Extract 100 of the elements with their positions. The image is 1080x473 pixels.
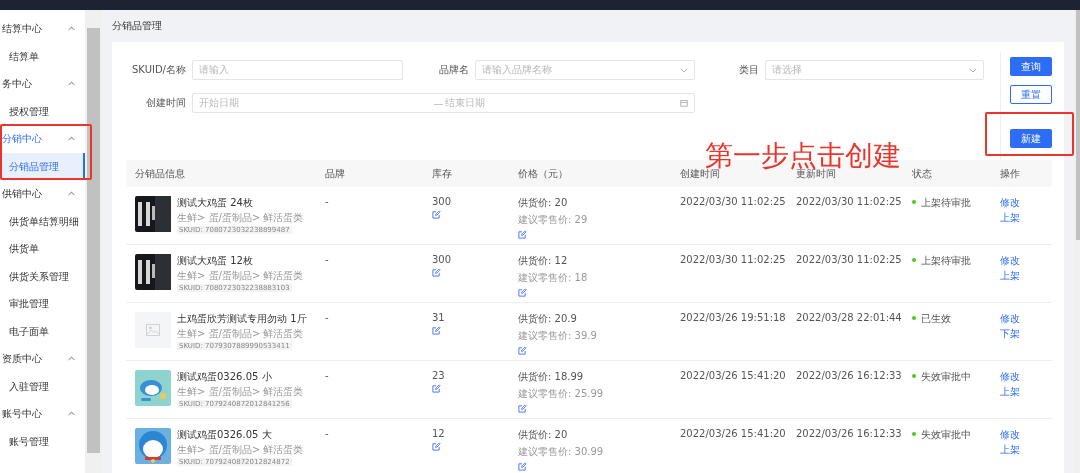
action-link[interactable]: 修改: [1000, 370, 1020, 384]
edit-icon[interactable]: [432, 210, 441, 219]
table-cell-text: -: [324, 428, 330, 441]
supply-price: 供货价: 20: [518, 428, 568, 442]
menu-group[interactable]: 务中心: [0, 70, 85, 98]
product-name: 测试大鸡蛋 12枚: [177, 254, 253, 268]
table-cell-text: 2022/03/30 11:02:25: [795, 196, 903, 209]
table-cell-text: 2022/03/26 15:41:20: [679, 428, 787, 441]
annotation-text: 第一步点击创建: [705, 142, 901, 170]
action-link[interactable]: 修改: [1000, 254, 1020, 268]
table-cell-text: 2022/03/28 22:01:44: [795, 312, 903, 325]
edit-icon[interactable]: [518, 288, 527, 297]
product-category: 生鲜> 蛋/蛋制品> 鲜活蛋类: [177, 443, 304, 457]
table-cell: 12: [432, 428, 445, 439]
edit-icon[interactable]: [518, 346, 527, 355]
menu-item[interactable]: 入驻管理: [0, 372, 85, 400]
menu-item[interactable]: 审批管理: [0, 290, 85, 318]
menu-group[interactable]: 账号中心: [0, 400, 85, 428]
action-link[interactable]: 修改: [1000, 312, 1020, 326]
menu-group[interactable]: 供销中心: [0, 180, 85, 208]
table-cell-text: 2022/03/30 11:02:25: [679, 254, 787, 267]
image-icon: [146, 324, 160, 336]
table-cell-text: -: [324, 312, 330, 325]
field-label: 创建时间: [145, 96, 187, 110]
action-link[interactable]: 修改: [1000, 196, 1020, 210]
product-name: 测试鸡蛋0326.05 大: [177, 428, 272, 442]
retail-price: 建议零售价: 18: [518, 271, 588, 285]
product-name: 测试鸡蛋0326.05 小: [177, 370, 272, 384]
menu-group[interactable]: 分销中心: [0, 125, 85, 153]
action-link[interactable]: 下架: [1000, 327, 1020, 341]
column-header: 状态: [911, 166, 933, 181]
table-cell-text: 2022/03/30 11:02:25: [679, 196, 787, 209]
edit-icon[interactable]: [518, 230, 527, 239]
column-header: 品牌: [324, 166, 346, 181]
product-category: 生鲜> 蛋/蛋制品> 鲜活蛋类: [177, 269, 304, 283]
menu-item[interactable]: 分销品管理: [0, 152, 85, 180]
create-button[interactable]: 新建: [1010, 129, 1052, 148]
menu-item[interactable]: 电子面单: [0, 317, 85, 345]
supply-price: 供货价: 18.99: [518, 370, 584, 384]
action-link[interactable]: 上架: [1000, 443, 1020, 457]
field-label: 品牌名: [438, 63, 470, 77]
column-header: 价格（元）: [517, 166, 569, 181]
action-link[interactable]: 上架: [1000, 269, 1020, 283]
status-text: 失效审批中: [921, 428, 971, 442]
table-cell-text: 2022/03/26 16:12:33: [795, 370, 903, 383]
column-header: 库存: [431, 166, 453, 181]
edit-icon[interactable]: [432, 326, 441, 335]
table-cell: 31: [432, 312, 445, 323]
menu-item[interactable]: 供货关系管理: [0, 262, 85, 290]
retail-price: 建议零售价: 30.99: [518, 445, 604, 459]
dropdown-icon: [969, 67, 977, 73]
action-link[interactable]: 上架: [1000, 385, 1020, 399]
product-category: 生鲜> 蛋/蛋制品> 鲜活蛋类: [177, 211, 304, 225]
table-cell-text: 2022/03/30 11:02:25: [795, 254, 903, 267]
status-text: 失效审批中: [921, 370, 971, 384]
menu-group[interactable]: 结算中心: [0, 15, 85, 43]
menu-item[interactable]: 结算单: [0, 42, 85, 70]
retail-price: 建议零售价: 29: [518, 213, 588, 227]
edit-icon[interactable]: [432, 442, 441, 451]
table-cell-text: -: [324, 196, 330, 209]
page-title: 分销品管理: [112, 19, 163, 33]
action-link[interactable]: 上架: [1000, 211, 1020, 225]
menu-item[interactable]: 供货单: [0, 235, 85, 263]
supply-price: 供货价: 12: [518, 254, 568, 268]
menu-item[interactable]: 账号管理: [0, 427, 85, 455]
supply-price: 供货价: 20: [518, 196, 568, 210]
calendar-icon: [680, 99, 688, 107]
table-cell-text: 2022/03/26 19:51:18: [679, 312, 787, 325]
column-header: 分销品信息: [134, 166, 186, 181]
retail-price: 建议零售价: 25.99: [518, 387, 604, 401]
table-cell: 23: [432, 370, 445, 381]
menu-group[interactable]: 资质中心: [0, 345, 85, 373]
product-category: 生鲜> 蛋/蛋制品> 鲜活蛋类: [177, 385, 304, 399]
table-cell: 300: [432, 254, 452, 265]
edit-icon[interactable]: [432, 268, 441, 277]
status-text: 上架待审批: [921, 196, 971, 210]
menu-item[interactable]: 授权管理: [0, 97, 85, 125]
table-cell-text: 2022/03/26 16:12:33: [795, 428, 903, 441]
edit-icon[interactable]: [518, 462, 527, 471]
column-header: 操作: [999, 166, 1021, 181]
menu-item[interactable]: 供货单结算明细: [0, 207, 85, 235]
table-cell-text: -: [324, 370, 330, 383]
retail-price: 建议零售价: 39.9: [518, 329, 597, 343]
table-cell-text: -: [324, 254, 330, 267]
scrollbar[interactable]: [84, 10, 102, 473]
field-label: SKUID/名称: [131, 63, 187, 77]
table-cell: 300: [432, 196, 452, 207]
edit-icon[interactable]: [518, 404, 527, 413]
product-name: 土鸡蛋欣芳测试专用勿动 1斤: [177, 312, 307, 326]
reset-button[interactable]: 重置: [1010, 85, 1052, 104]
dropdown-icon: [680, 67, 688, 73]
supply-price: 供货价: 20.9: [518, 312, 577, 326]
product-category: 生鲜> 蛋/蛋制品> 鲜活蛋类: [177, 327, 304, 341]
edit-icon[interactable]: [432, 384, 441, 393]
product-name: 测试大鸡蛋 24枚: [177, 196, 253, 210]
status-text: 已生效: [921, 312, 951, 326]
action-link[interactable]: 修改: [1000, 428, 1020, 442]
table-cell-text: 2022/03/26 15:41:20: [679, 370, 787, 383]
query-button[interactable]: 查询: [1010, 57, 1052, 76]
field-label: 类目: [738, 63, 760, 77]
